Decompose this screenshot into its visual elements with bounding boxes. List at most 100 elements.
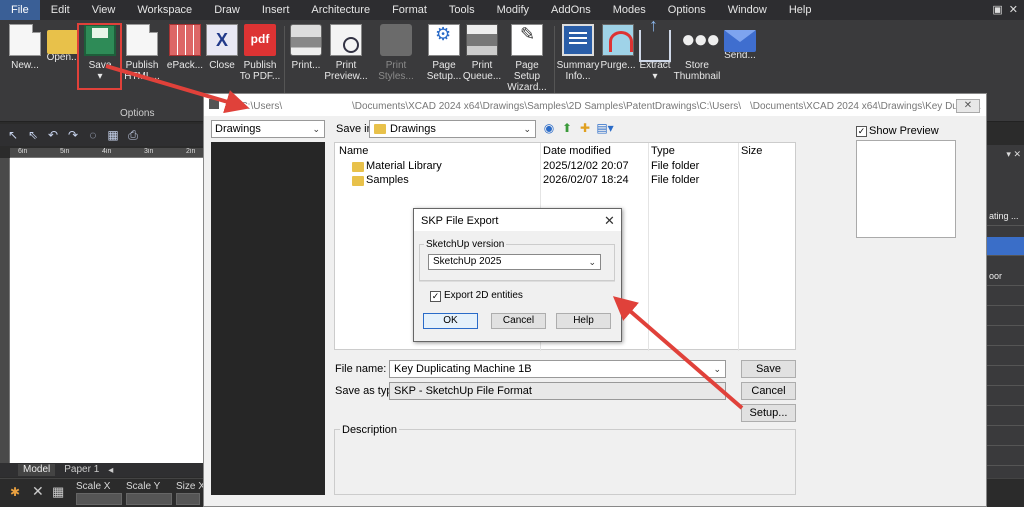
ruler-label: 2in [186,148,196,155]
panel-row[interactable] [987,347,1024,366]
tab-model[interactable]: Model [18,464,56,476]
panel-row[interactable] [987,407,1024,426]
panel-controls: ▾ ✕ [987,149,1024,161]
save-in-dropdown[interactable]: Drawings ⌄ [369,120,536,138]
tab-paper-1[interactable]: Paper 1 [59,464,104,476]
epack-button[interactable]: ePack... [164,24,206,108]
up-folder-icon[interactable]: ⬆ [560,121,574,135]
skp-ok-button[interactable]: OK [423,313,478,329]
panel-row[interactable] [987,387,1024,406]
column-size[interactable]: Size [741,145,762,157]
save-dialog-cancel-button[interactable]: Cancel [741,382,796,400]
menu-modify[interactable]: Modify [486,0,540,20]
menu-options[interactable]: Options [657,0,717,20]
panel-row[interactable] [987,287,1024,306]
menu-format[interactable]: Format [381,0,438,20]
extract-icon [639,20,671,62]
print-small-icon[interactable]: ⎙ [126,128,140,142]
description-label: Description [340,424,400,436]
print-styles-label: Print Styles... [378,60,414,82]
places-panel[interactable] [211,142,325,495]
panel-row[interactable]: oor [987,267,1024,286]
publish-pdf-label-2: To PDF... [239,71,281,82]
size-x-field[interactable] [176,493,200,505]
undo-icon[interactable]: ↶ [46,128,60,142]
extract-dropdown-icon[interactable]: ▾ [652,71,657,82]
scale-x-label: Scale X [76,481,111,492]
show-preview-checkbox[interactable]: ✓ [856,126,867,137]
properties-panel: ▾ ✕ ating ... oor [987,145,1024,478]
setup-button[interactable]: Setup... [741,404,796,422]
panel-row[interactable] [987,367,1024,386]
panel-row[interactable] [987,237,1024,256]
cancel-x-icon[interactable]: ✕ [32,483,44,500]
new-button[interactable]: New... [6,24,44,108]
export-2d-label: Export 2D entities [444,290,523,301]
menu-help[interactable]: Help [778,0,823,20]
page-setup-icon [428,24,460,56]
pin-icon[interactable]: ▾ [1006,149,1011,159]
publish-html-label-2: HTML... [124,71,160,82]
lasso-icon[interactable]: ◌ [86,128,100,142]
menu-draw[interactable]: Draw [203,0,251,20]
save-as-type-select[interactable]: SKP - SketchUp File Format [389,382,726,400]
panel-row[interactable] [987,327,1024,346]
close-window-icon[interactable]: ✕ [1009,0,1018,20]
scale-x-field[interactable] [76,493,122,505]
menu-tools[interactable]: Tools [438,0,486,20]
scroll-left-icon[interactable]: ◂ [108,465,113,476]
new-folder-icon[interactable]: ✚ [578,121,592,135]
file-type-cell: File folder [651,174,700,186]
places-dropdown[interactable]: Drawings ⌄ [211,120,325,138]
pdf-icon: pdf [244,24,276,56]
menu-addons[interactable]: AddOns [540,0,602,20]
skp-help-button[interactable]: Help [556,313,611,329]
publish-html-button[interactable]: Publish HTML... [122,24,162,108]
vertical-ruler [0,158,10,463]
export-2d-checkbox[interactable]: ✓ [430,291,441,302]
sketchup-version-select[interactable]: SketchUp 2025 ⌄ [428,254,601,270]
snap-icon[interactable]: ✱ [10,485,20,499]
back-icon[interactable]: ◉ [542,121,556,135]
redo-icon[interactable]: ↷ [66,128,80,142]
file-name-value: Key Duplicating Machine 1B [394,363,532,375]
menu-file[interactable]: File [0,0,40,20]
restore-icon[interactable]: ▣ [992,0,1002,20]
table-icon[interactable]: ▦ [106,128,120,142]
column-date-modified[interactable]: Date modified [543,145,611,157]
scale-y-field[interactable] [126,493,172,505]
panel-row[interactable]: ating ... [987,207,1024,226]
column-name[interactable]: Name [339,145,368,157]
print-preview-label-2: Preview... [324,71,368,82]
save-as-type-value: SKP - SketchUp File Format [394,385,532,397]
chevron-down-icon[interactable]: ⌄ [713,361,721,377]
panel-close-icon[interactable]: ✕ [1013,149,1021,159]
show-preview-label: Show Preview [869,125,939,137]
panel-row[interactable] [987,307,1024,326]
column-type[interactable]: Type [651,145,675,157]
menu-window[interactable]: Window [717,0,778,20]
skp-close-button[interactable]: ✕ [604,213,615,229]
menu-view[interactable]: View [81,0,127,20]
panel-row[interactable] [987,427,1024,446]
draw-toolbar: ↖ ⇖ ↶ ↷ ◌ ▦ ⎙ [0,124,210,146]
dialog-app-icon [209,99,219,109]
menu-workspace[interactable]: Workspace [126,0,203,20]
view-menu-icon[interactable]: ▤▾ [596,121,614,135]
menu-edit[interactable]: Edit [40,0,81,20]
save-dialog-save-button[interactable]: Save [741,360,796,378]
page-setup-label-2: Setup... [426,71,462,82]
pointer-icon[interactable]: ⇖ [26,128,40,142]
grid-toggle-icon[interactable]: ▦ [52,484,64,500]
panel-row[interactable] [987,447,1024,466]
file-date-cell: 2025/12/02 20:07 [543,160,629,172]
skp-divider [419,281,615,282]
file-name-input[interactable]: Key Duplicating Machine 1B ⌄ [389,360,726,378]
menu-architecture[interactable]: Architecture [300,0,381,20]
print-queue-icon [466,24,498,56]
skp-cancel-button[interactable]: Cancel [491,313,546,329]
drawing-canvas[interactable] [10,158,210,463]
dialog-close-button[interactable]: ✕ [956,99,980,113]
select-arrow-icon[interactable]: ↖ [6,128,20,142]
menu-insert[interactable]: Insert [251,0,301,20]
